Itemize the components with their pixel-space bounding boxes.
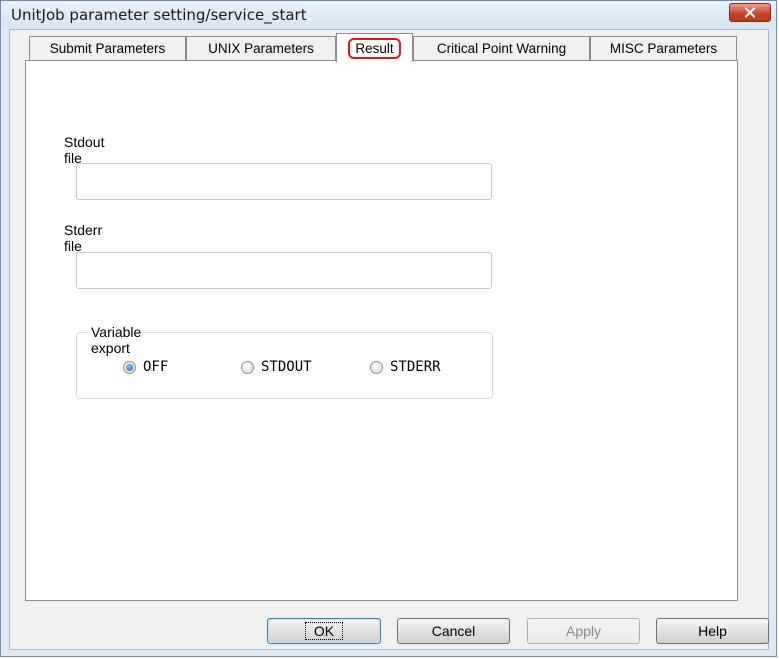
variable-export-label: Variable export [89, 324, 144, 356]
help-button[interactable]: Help [656, 618, 769, 644]
tab-label: UNIX Parameters [208, 41, 314, 56]
stderr-file-input[interactable] [76, 252, 492, 289]
close-button[interactable] [729, 3, 771, 22]
cancel-button-label: Cancel [431, 623, 476, 639]
tab-label: MISC Parameters [609, 41, 718, 56]
dialog-window: UnitJob parameter setting/service_start … [0, 0, 777, 657]
window-title: UnitJob parameter setting/service_start [11, 6, 307, 24]
cancel-button[interactable]: Cancel [397, 618, 510, 644]
radio-off-label: OFF [143, 359, 169, 375]
title-bar: UnitJob parameter setting/service_start [1, 1, 776, 29]
radio-stdout-label: STDOUT [261, 359, 312, 375]
ok-button[interactable]: OK [267, 618, 381, 644]
tab-label: Submit Parameters [49, 41, 166, 56]
radio-off[interactable]: OFF [123, 358, 168, 376]
stdout-label: Stdout file [64, 134, 105, 166]
radio-button[interactable] [370, 360, 383, 374]
radio-button[interactable] [241, 360, 254, 374]
apply-button-label: Apply [565, 623, 602, 639]
tab-misc-parameters[interactable]: MISC Parameters [590, 36, 737, 60]
radio-stderr[interactable]: STDERR [370, 358, 441, 376]
stdout-file-input[interactable] [76, 163, 492, 200]
tab-critical-point-warning[interactable]: Critical Point Warning [413, 36, 590, 60]
radio-button-checked[interactable] [123, 360, 136, 374]
tab-label: Result [348, 37, 401, 59]
help-button-label: Help [698, 623, 727, 639]
radio-stdout[interactable]: STDOUT [241, 358, 312, 376]
tab-submit-parameters[interactable]: Submit Parameters [29, 36, 186, 60]
tab-unix-parameters[interactable]: UNIX Parameters [186, 36, 336, 60]
apply-button: Apply [527, 618, 640, 644]
tab-label: Critical Point Warning [436, 41, 567, 56]
radio-stderr-label: STDERR [390, 359, 441, 375]
close-icon [744, 7, 756, 18]
ok-button-label: OK [304, 622, 344, 640]
tab-result[interactable]: Result [336, 33, 413, 62]
stderr-label: Stderr file [64, 222, 103, 254]
